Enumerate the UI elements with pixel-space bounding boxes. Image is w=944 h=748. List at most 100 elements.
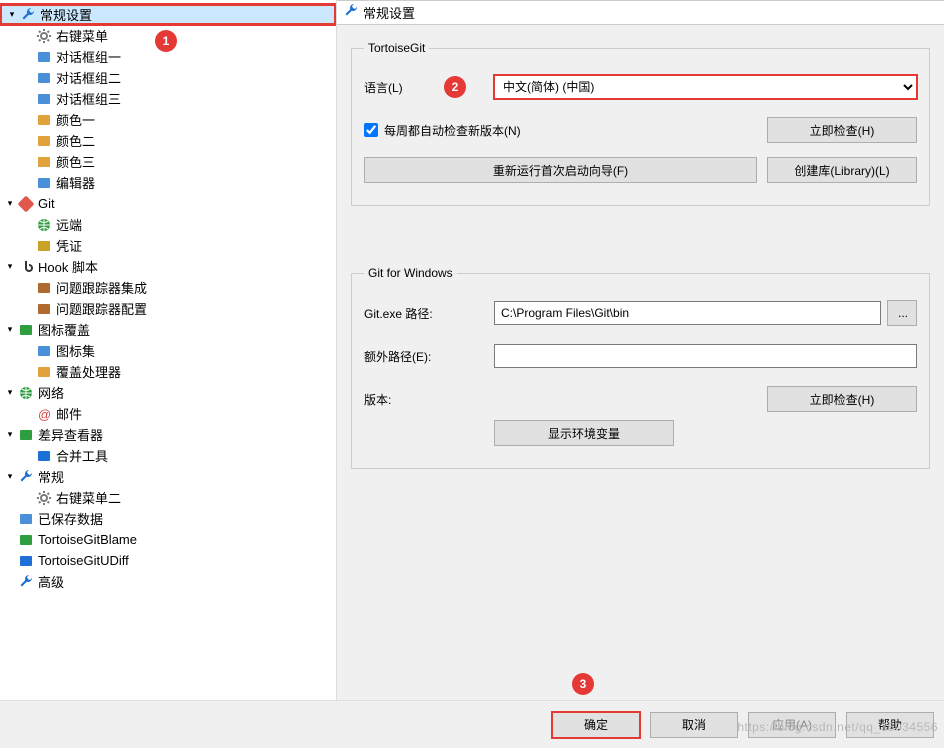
tree-item-邮件[interactable]: @ 邮件 [0, 403, 336, 424]
tree-item-颜色三[interactable]: 颜色三 [0, 151, 336, 172]
extra-path-label: 额外路径(E): [364, 348, 494, 365]
annotation-badge-3: 3 [572, 673, 594, 695]
merge-icon [36, 448, 52, 464]
chevron-down-icon[interactable]: ▾ [4, 198, 16, 210]
tree-item-label: 颜色三 [56, 152, 95, 171]
chevron-down-icon[interactable]: ▾ [4, 324, 16, 336]
svg-text:@: @ [38, 407, 51, 422]
tree-item-Hook-脚本[interactable]: ▾ Hook 脚本 [0, 256, 336, 277]
tree-item-颜色二[interactable]: 颜色二 [0, 130, 336, 151]
tree-item-图标覆盖[interactable]: ▾ 图标覆盖 [0, 319, 336, 340]
tree-item-label: Hook 脚本 [38, 257, 98, 276]
tree-item-label: 图标覆盖 [38, 320, 90, 339]
tree-item-label: TortoiseGitBlame [38, 532, 137, 547]
chevron-down-icon[interactable]: ▾ [4, 429, 16, 441]
language-select[interactable]: 中文(简体) (中国) [494, 75, 917, 99]
git-exe-path-label: Git.exe 路径: [364, 305, 494, 322]
tree-item-label: 右键菜单二 [56, 488, 121, 507]
handler-icon [36, 364, 52, 380]
tree-item-颜色一[interactable]: 颜色一 [0, 109, 336, 130]
mail-icon: @ [36, 406, 52, 422]
tree-item-编辑器[interactable]: 编辑器 [0, 172, 336, 193]
wrench-icon [18, 574, 34, 590]
ok-button[interactable]: 确定 [552, 712, 640, 738]
chevron-down-icon[interactable] [4, 555, 16, 567]
tree-item-label: 覆盖处理器 [56, 362, 121, 381]
color-icon [36, 112, 52, 128]
rerun-wizard-button[interactable]: 重新运行首次启动向导(F) [364, 157, 757, 183]
globe-icon [36, 217, 52, 233]
chevron-down-icon[interactable] [4, 576, 16, 588]
tree-item-覆盖处理器[interactable]: 覆盖处理器 [0, 361, 336, 382]
show-env-button[interactable]: 显示环境变量 [494, 420, 674, 446]
tree-item-label: 编辑器 [56, 173, 95, 192]
tree-item-常规设置[interactable]: ▾常规设置 [0, 4, 336, 25]
tree-item-label: 邮件 [56, 404, 82, 423]
chevron-down-icon[interactable]: ▾ [4, 387, 16, 399]
tree-item-label: 差异查看器 [38, 425, 103, 444]
gfw-check-now-button[interactable]: 立即检查(H) [767, 386, 917, 412]
create-library-button[interactable]: 创建库(Library)(L) [767, 157, 917, 183]
tree-item-TortoiseGitUDiff[interactable]: TortoiseGitUDiff [0, 550, 336, 571]
tree-item-常规[interactable]: ▾ 常规 [0, 466, 336, 487]
tree-item-问题跟踪器配置[interactable]: 问题跟踪器配置 [0, 298, 336, 319]
group-tortoisegit-legend: TortoiseGit [364, 41, 429, 55]
browse-button[interactable]: ... [887, 300, 917, 326]
language-label: 语言(L) [364, 79, 494, 96]
tree-item-label: 颜色一 [56, 110, 95, 129]
cancel-button[interactable]: 取消 [650, 712, 738, 738]
tree-item-已保存数据[interactable]: 已保存数据 [0, 508, 336, 529]
chevron-down-icon[interactable] [4, 534, 16, 546]
bug-icon [36, 280, 52, 296]
tree-item-Git[interactable]: ▾Git [0, 193, 336, 214]
annotation-badge-1: 1 [155, 30, 177, 52]
tree-item-凭证[interactable]: 凭证 [0, 235, 336, 256]
dialog-button-bar: 3 确定 取消 应用(A) 帮助 https://blog.csdn.net/q… [0, 700, 944, 748]
key-icon [36, 238, 52, 254]
tree-item-TortoiseGitBlame[interactable]: TortoiseGitBlame [0, 529, 336, 550]
chevron-down-icon[interactable]: ▾ [6, 9, 18, 21]
tree-item-远端[interactable]: 远端 [0, 214, 336, 235]
weekly-check-label: 每周都自动检查新版本(N) [384, 122, 521, 139]
weekly-check-input[interactable] [364, 123, 378, 137]
gear-icon [36, 28, 52, 44]
weekly-check-checkbox[interactable]: 每周都自动检查新版本(N) [364, 122, 521, 139]
page-title-bar: 常规设置 [337, 1, 944, 25]
chevron-down-icon[interactable] [4, 513, 16, 525]
tree-item-高级[interactable]: 高级 [0, 571, 336, 592]
extra-path-input[interactable] [494, 344, 917, 368]
chevron-down-icon[interactable]: ▾ [4, 261, 16, 273]
tree-item-label: 对话框组一 [56, 47, 121, 66]
diff-icon [18, 427, 34, 443]
blame-icon [18, 532, 34, 548]
gear-icon [36, 490, 52, 506]
tree-item-label: 问题跟踪器集成 [56, 278, 147, 297]
check-now-button[interactable]: 立即检查(H) [767, 117, 917, 143]
color-icon [36, 133, 52, 149]
settings-tree[interactable]: ▾常规设置右键菜单对话框组一对话框组二对话框组三颜色一颜色二颜色三编辑器▾Git… [0, 0, 337, 700]
hook-icon [18, 259, 34, 275]
wrench-icon [18, 469, 34, 485]
editor-icon [36, 175, 52, 191]
tree-item-对话框组三[interactable]: 对话框组三 [0, 88, 336, 109]
tree-item-label: 图标集 [56, 341, 95, 360]
color-icon [36, 154, 52, 170]
tree-item-对话框组二[interactable]: 对话框组二 [0, 67, 336, 88]
version-label: 版本: [364, 391, 494, 408]
tree-item-图标集[interactable]: 图标集 [0, 340, 336, 361]
dialog-icon [36, 70, 52, 86]
tree-item-合并工具[interactable]: 合并工具 [0, 445, 336, 466]
tree-item-label: 常规 [38, 467, 64, 486]
tree-item-右键菜单二[interactable]: 右键菜单二 [0, 487, 336, 508]
tree-item-label: 右键菜单 [56, 26, 108, 45]
git-exe-path-input[interactable] [494, 301, 881, 325]
dialog-icon [36, 91, 52, 107]
chevron-down-icon[interactable]: ▾ [4, 471, 16, 483]
tree-item-问题跟踪器集成[interactable]: 问题跟踪器集成 [0, 277, 336, 298]
tree-item-label: 颜色二 [56, 131, 95, 150]
tree-item-网络[interactable]: ▾网络 [0, 382, 336, 403]
iconset-icon [36, 343, 52, 359]
tree-item-差异查看器[interactable]: ▾ 差异查看器 [0, 424, 336, 445]
help-button[interactable]: 帮助 [846, 712, 934, 738]
apply-button[interactable]: 应用(A) [748, 712, 836, 738]
